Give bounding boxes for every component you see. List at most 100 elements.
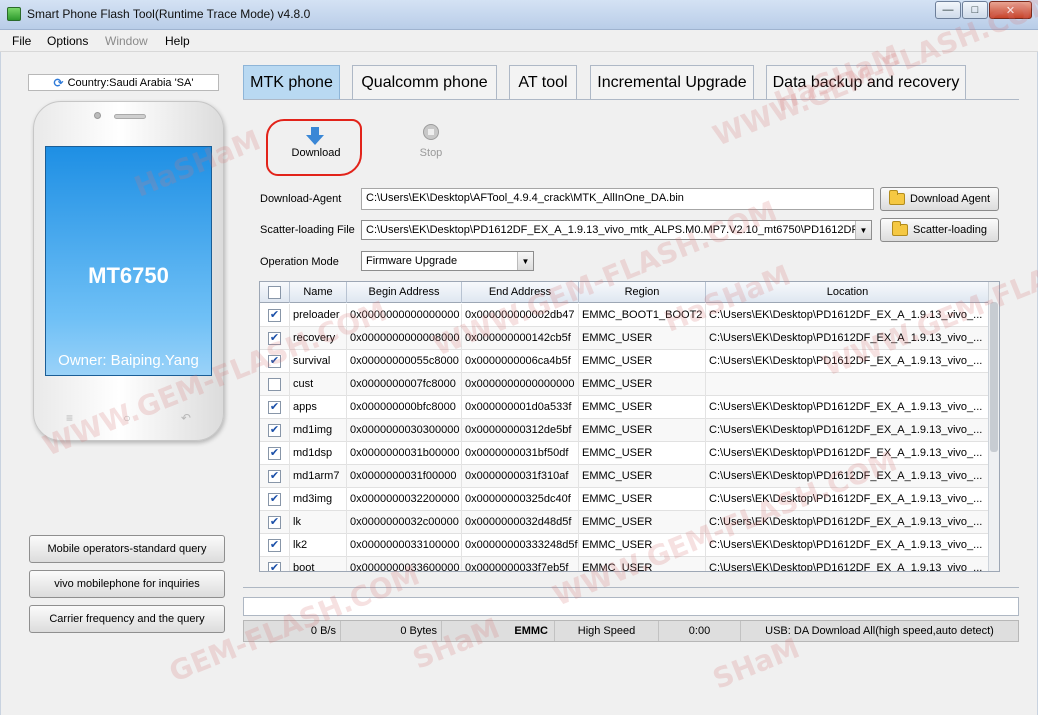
menu-file[interactable]: File — [12, 34, 31, 48]
cell-region: EMMC_USER — [579, 419, 706, 442]
title-bar: Smart Phone Flash Tool(Runtime Trace Mod… — [0, 0, 1038, 30]
operators-query-button[interactable]: Mobile operators-standard query — [29, 535, 225, 563]
row-checkbox[interactable]: ✔ — [268, 447, 281, 460]
row-checkbox[interactable]: ✔ — [268, 355, 281, 368]
status-mode: High Speed — [555, 621, 659, 641]
table-row[interactable]: ✔ preloader 0x0000000000000000 0x0000000000… — [260, 304, 990, 327]
close-button[interactable]: ✕ — [989, 1, 1032, 19]
table-row[interactable]: ✔ survival 0x00000000055c8000 0x0000000006c… — [260, 350, 990, 373]
header-end-address[interactable]: End Address — [462, 282, 579, 303]
cell-location: C:\Users\EK\Desktop\PD1612DF_EX_A_1.9.13… — [706, 557, 990, 571]
cell-name: md1img — [290, 419, 347, 442]
tab-data-backup[interactable]: Data backup and recovery — [766, 65, 966, 99]
row-checkbox[interactable] — [268, 378, 281, 391]
download-agent-field[interactable]: C:\Users\EK\Desktop\AFTool_4.9.4_crack\M… — [361, 188, 874, 210]
cell-begin: 0x0000000031f00000 — [347, 465, 462, 488]
cell-begin: 0x000000000bfc8000 — [347, 396, 462, 419]
tab-divider — [243, 99, 1019, 100]
cell-end: 0x00000000312de5bf — [462, 419, 579, 442]
table-row[interactable]: cust 0x0000000007fc8000 0x0000000000000000… — [260, 373, 990, 396]
country-indicator: ⟳ Country:Saudi Arabia 'SA' — [28, 74, 219, 91]
device-model: MT6750 — [88, 263, 169, 288]
row-select-cell[interactable]: ✔ — [260, 304, 290, 327]
row-checkbox[interactable]: ✔ — [268, 424, 281, 437]
row-checkbox[interactable]: ✔ — [268, 562, 281, 571]
select-all-cell[interactable] — [260, 282, 290, 303]
row-select-cell[interactable]: ✔ — [260, 327, 290, 350]
operation-mode-combo[interactable]: Firmware Upgrade ▼ — [361, 251, 534, 271]
table-body: ✔ preloader 0x0000000000000000 0x0000000000… — [260, 304, 990, 571]
row-checkbox[interactable]: ✔ — [268, 516, 281, 529]
table-row[interactable]: ✔ lk 0x0000000032c00000 0x0000000032d48d5f E… — [260, 511, 990, 534]
stop-icon[interactable] — [423, 124, 439, 140]
cell-end: 0x0000000000000000 — [462, 373, 579, 396]
table-row[interactable]: ✔ md3img 0x0000000032200000 0x00000000325dc… — [260, 488, 990, 511]
row-select-cell[interactable]: ✔ — [260, 442, 290, 465]
cell-region: EMMC_USER — [579, 350, 706, 373]
table-row[interactable]: ✔ md1img 0x0000000030300000 0x00000000312de… — [260, 419, 990, 442]
download-agent-label: Download-Agent — [260, 193, 342, 205]
maximize-button[interactable]: □ — [962, 1, 988, 19]
tab-qualcomm-phone[interactable]: Qualcomm phone — [352, 65, 497, 99]
row-select-cell[interactable]: ✔ — [260, 534, 290, 557]
table-scrollbar[interactable] — [988, 282, 999, 571]
minimize-button[interactable]: — — [935, 1, 961, 19]
tab-incremental-upgrade[interactable]: Incremental Upgrade — [590, 65, 754, 99]
phone-screen: MT6750 Owner: Baiping.Yang — [45, 146, 212, 376]
table-row[interactable]: ✔ md1arm7 0x0000000031f00000 0x0000000031f3… — [260, 465, 990, 488]
table-row[interactable]: ✔ recovery 0x0000000000008000 0x00000000014… — [260, 327, 990, 350]
vivo-inquiries-button[interactable]: vivo mobilephone for inquiries — [29, 570, 225, 598]
scatter-file-combo[interactable]: C:\Users\EK\Desktop\PD1612DF_EX_A_1.9.13… — [361, 220, 872, 240]
status-bar: 0 B/s 0 Bytes EMMC High Speed 0:00 USB: … — [243, 620, 1019, 642]
table-row[interactable]: ✔ boot 0x0000000033600000 0x0000000033f7eb5… — [260, 557, 990, 571]
row-select-cell[interactable]: ✔ — [260, 511, 290, 534]
tab-mtk-phone[interactable]: MTK phone — [243, 65, 340, 99]
row-checkbox[interactable]: ✔ — [268, 309, 281, 322]
row-select-cell[interactable]: ✔ — [260, 557, 290, 571]
row-select-cell[interactable] — [260, 373, 290, 396]
tab-at-tool[interactable]: AT tool — [509, 65, 577, 99]
window-title: Smart Phone Flash Tool(Runtime Trace Mod… — [27, 7, 311, 21]
status-usb: USB: DA Download All(high speed,auto det… — [765, 625, 994, 637]
scrollbar-thumb[interactable] — [990, 302, 998, 452]
header-region[interactable]: Region — [579, 282, 706, 303]
scatter-loading-button[interactable]: Scatter-loading — [880, 218, 999, 242]
header-name[interactable]: Name — [290, 282, 347, 303]
cell-begin: 0x0000000031b00000 — [347, 442, 462, 465]
chevron-down-icon[interactable]: ▼ — [855, 221, 871, 239]
stop-button-label[interactable]: Stop — [411, 147, 451, 159]
cell-begin: 0x0000000033600000 — [347, 557, 462, 571]
progress-bar — [243, 597, 1019, 616]
select-all-checkbox[interactable] — [268, 286, 281, 299]
row-select-cell[interactable]: ✔ — [260, 350, 290, 373]
row-select-cell[interactable]: ✔ — [260, 396, 290, 419]
menu-bar: File Options Window Help — [0, 30, 1038, 52]
table-row[interactable]: ✔ apps 0x000000000bfc8000 0x000000001d0a533… — [260, 396, 990, 419]
header-begin-address[interactable]: Begin Address — [347, 282, 462, 303]
download-agent-button[interactable]: Download Agent — [880, 187, 999, 211]
row-checkbox[interactable]: ✔ — [268, 539, 281, 552]
carrier-query-button[interactable]: Carrier frequency and the query — [29, 605, 225, 633]
menu-options[interactable]: Options — [47, 34, 88, 48]
cell-location: C:\Users\EK\Desktop\PD1612DF_EX_A_1.9.13… — [706, 534, 990, 557]
cell-begin: 0x0000000000000000 — [347, 304, 462, 327]
row-checkbox[interactable]: ✔ — [268, 470, 281, 483]
row-checkbox[interactable]: ✔ — [268, 493, 281, 506]
row-checkbox[interactable]: ✔ — [268, 401, 281, 414]
table-row[interactable]: ✔ md1dsp 0x0000000031b00000 0x0000000031bf5… — [260, 442, 990, 465]
cell-region: EMMC_USER — [579, 327, 706, 350]
row-select-cell[interactable]: ✔ — [260, 488, 290, 511]
chevron-down-icon[interactable]: ▼ — [517, 252, 533, 270]
header-location[interactable]: Location — [706, 282, 990, 303]
row-checkbox[interactable]: ✔ — [268, 332, 281, 345]
cell-region: EMMC_USER — [579, 511, 706, 534]
row-select-cell[interactable]: ✔ — [260, 419, 290, 442]
cell-begin: 0x0000000030300000 — [347, 419, 462, 442]
menu-key-icon: ≡ — [66, 411, 74, 425]
row-select-cell[interactable]: ✔ — [260, 465, 290, 488]
menu-help[interactable]: Help — [165, 34, 190, 48]
table-row[interactable]: ✔ lk2 0x0000000033100000 0x00000000333248d5… — [260, 534, 990, 557]
menu-window[interactable]: Window — [105, 34, 148, 48]
cell-name: md1dsp — [290, 442, 347, 465]
status-bytes: 0 Bytes — [341, 621, 442, 641]
